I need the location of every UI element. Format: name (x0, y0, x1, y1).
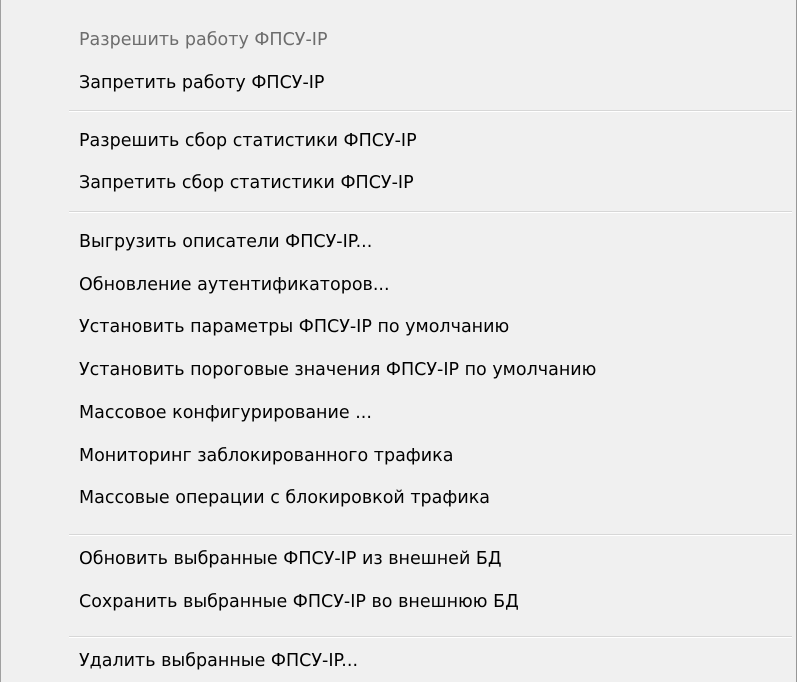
menu-item-enable-stats[interactable]: Разрешить сбор статистики ФПСУ-IP (79, 123, 417, 159)
menu-item-disable-stats[interactable]: Запретить сбор статистики ФПСУ-IP (79, 165, 414, 201)
menu-item-blocked-traffic-monitoring[interactable]: Мониторинг заблокированного трафика (79, 438, 453, 474)
menu-item-update-authenticators[interactable]: Обновление аутентификаторов... (79, 267, 390, 303)
menu-item-export-descriptors[interactable]: Выгрузить описатели ФПСУ-IP... (79, 224, 372, 260)
menu-item-bulk-configuration[interactable]: Массовое конфигурирование ... (79, 395, 372, 431)
menu-separator (69, 636, 792, 638)
menu-item-disable-fpsu[interactable]: Запретить работу ФПСУ-IP (79, 65, 324, 101)
menu-item-delete-selected[interactable]: Удалить выбранные ФПСУ-IP... (79, 643, 358, 679)
menu-item-set-default-thresholds[interactable]: Установить пороговые значения ФПСУ-IP по… (79, 352, 596, 388)
menu-separator (69, 110, 792, 112)
menu-item-set-default-params[interactable]: Установить параметры ФПСУ-IP по умолчани… (79, 309, 509, 345)
menu-item-save-to-external-db[interactable]: Сохранить выбранные ФПСУ-IP во внешнюю Б… (79, 584, 519, 620)
menu-separator (69, 211, 792, 213)
menu-separator (69, 534, 792, 536)
menu-item-bulk-traffic-blocking[interactable]: Массовые операции с блокировкой трафика (79, 480, 490, 516)
menu-item-enable-fpsu: Разрешить работу ФПСУ-IP (79, 30, 328, 50)
context-menu: Разрешить работу ФПСУ-IP Запретить работ… (0, 0, 797, 682)
menu-item-update-from-external-db[interactable]: Обновить выбранные ФПСУ-IP из внешней БД (79, 541, 502, 577)
